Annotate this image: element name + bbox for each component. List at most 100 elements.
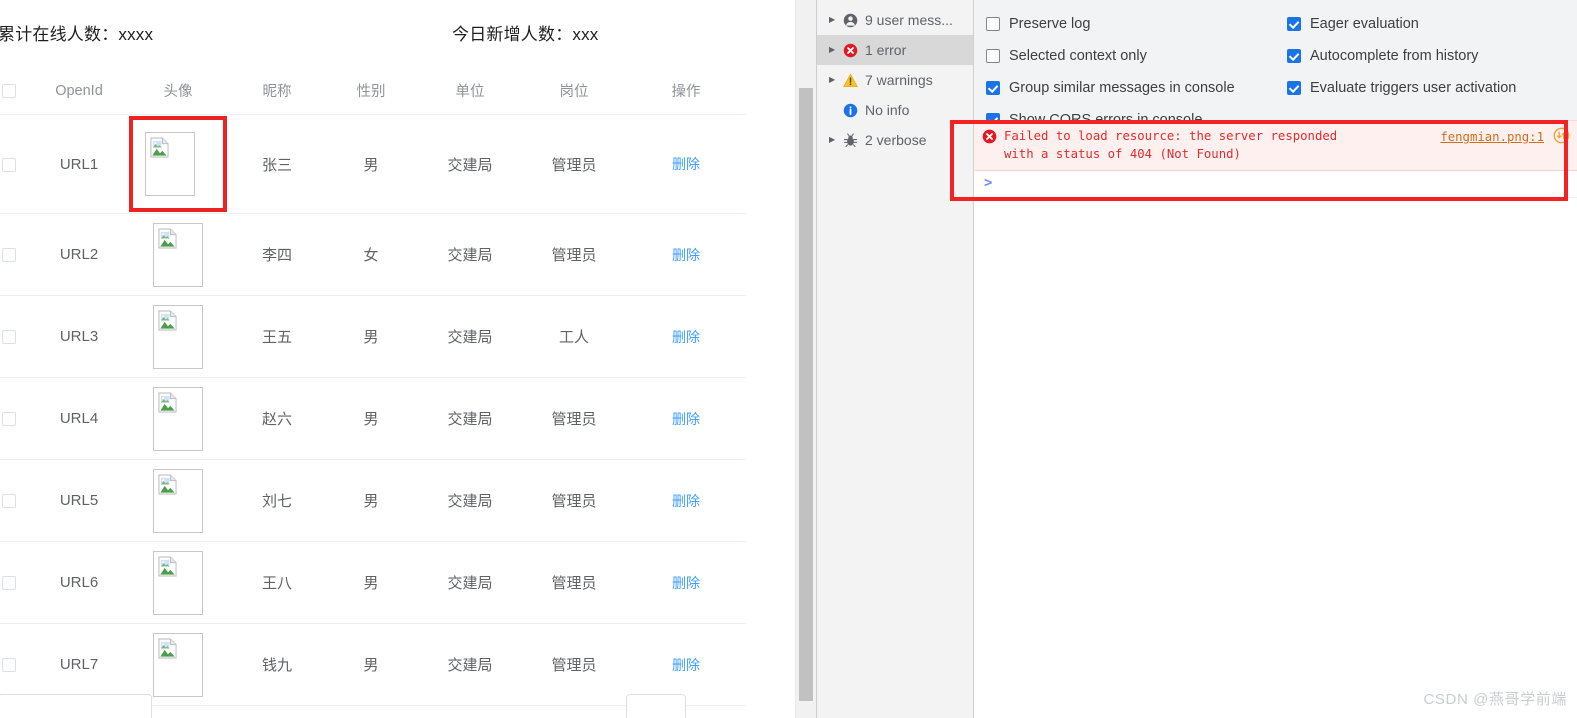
table-row[interactable]: URL1 张三男交建局 管理员 删除	[0, 114, 746, 214]
row-select-cell[interactable]	[0, 377, 32, 460]
broken-image-icon[interactable]	[153, 304, 203, 369]
sidebar-item-7-warnings[interactable]: ▶ 7 warnings	[817, 65, 973, 95]
setting-evaluate-triggers-user-activation[interactable]: Evaluate triggers user activation	[1287, 72, 1577, 104]
sidebar-item-1-error[interactable]: ▶ 1 error	[817, 35, 973, 65]
cell-unit: 交建局	[418, 295, 522, 378]
setting-selected-context-only[interactable]: Selected context only	[986, 40, 1286, 72]
row-checkbox[interactable]	[2, 248, 16, 263]
table-row[interactable]: URL3 王五男交建局 工人 删除	[0, 295, 746, 378]
row-select-cell[interactable]	[0, 459, 32, 542]
page-size-select[interactable]	[0, 694, 152, 718]
table-row[interactable]: URL4 赵六男交建局 管理员 删除	[0, 377, 746, 460]
cell-gender: 男	[324, 459, 418, 542]
console-sidebar: ▶9 user mess...▶1 error▶7 warnings▶No in…	[817, 0, 974, 718]
cell-openid: URL3	[32, 295, 126, 378]
delete-link[interactable]: 删除	[672, 575, 700, 591]
checkbox[interactable]	[1287, 49, 1301, 63]
header-unit[interactable]: 单位	[418, 68, 522, 115]
checkbox-label: Eager evaluation	[1310, 16, 1419, 32]
red-highlight-box-avatar	[129, 116, 227, 212]
delete-link[interactable]: 删除	[672, 411, 700, 427]
cell-nickname: 刘七	[230, 459, 324, 542]
header-avatar[interactable]: 头像	[126, 68, 230, 115]
checkbox[interactable]	[986, 49, 1000, 63]
delete-link[interactable]: 删除	[672, 247, 700, 263]
row-checkbox[interactable]	[2, 658, 16, 673]
cell-action: 删除	[626, 295, 746, 378]
error-icon	[843, 43, 865, 58]
setting-eager-evaluation[interactable]: Eager evaluation	[1287, 8, 1577, 40]
scrollbar-thumb[interactable]	[799, 88, 813, 701]
sidebar-item-2-verbose[interactable]: ▶ 2 verbose	[817, 125, 973, 155]
row-checkbox[interactable]	[2, 494, 16, 509]
online-count-stat: 累计在线人数：xxxx	[0, 20, 153, 45]
setting-preserve-log[interactable]: Preserve log	[986, 8, 1286, 40]
error-source-link[interactable]: fengmian.png:1	[1440, 128, 1544, 146]
cell-unit: 交建局	[418, 377, 522, 460]
pagination-footer	[0, 686, 746, 718]
console-settings-panel: Preserve log Selected context only Group s…	[974, 0, 1577, 121]
delete-link[interactable]: 删除	[672, 657, 700, 673]
row-checkbox[interactable]	[2, 330, 16, 345]
sidebar-item-no-info[interactable]: ▶No info	[817, 95, 973, 125]
broken-image-icon[interactable]	[153, 468, 203, 533]
prompt-chevron-icon: >	[984, 175, 993, 191]
checkbox[interactable]	[1287, 81, 1301, 95]
page-vertical-scrollbar[interactable]	[795, 0, 816, 718]
cell-gender: 男	[324, 541, 418, 624]
console-error-message[interactable]: Failed to load resource: the server resp…	[974, 120, 1577, 171]
checkbox[interactable]	[986, 17, 1000, 31]
chevron-right-icon[interactable]: ▶	[829, 46, 843, 54]
table-row[interactable]: URL6 王八男交建局 管理员 删除	[0, 541, 746, 624]
setting-show-cors-errors-in-console[interactable]: Show CORS errors in console	[986, 104, 1286, 120]
broken-image-icon[interactable]	[145, 132, 195, 196]
cell-nickname: 张三	[230, 114, 324, 214]
chevron-right-icon[interactable]: ▶	[829, 136, 843, 144]
delete-link[interactable]: 删除	[672, 493, 700, 509]
table-row[interactable]: URL2 李四女交建局 管理员 删除	[0, 213, 746, 296]
cell-avatar	[126, 377, 230, 460]
error-message-text: Failed to load resource: the server resp…	[1004, 129, 1338, 161]
delete-link[interactable]: 删除	[672, 329, 700, 345]
pagination-info	[216, 700, 220, 717]
broken-image-icon[interactable]	[153, 550, 203, 615]
header-nickname[interactable]: 昵称	[230, 68, 324, 115]
select-all-checkbox[interactable]	[2, 83, 16, 98]
broken-image-icon[interactable]	[153, 386, 203, 451]
reload-circle-icon[interactable]	[1553, 127, 1570, 144]
today-new-value: xxx	[572, 25, 599, 44]
cell-avatar	[126, 295, 230, 378]
row-checkbox[interactable]	[2, 157, 16, 172]
header-post[interactable]: 岗位	[522, 68, 626, 115]
header-action[interactable]: 操作	[626, 68, 746, 115]
cell-unit: 交建局	[418, 541, 522, 624]
sidebar-item-9-user-mess[interactable]: ▶ 9 user mess...	[817, 5, 973, 35]
console-input-prompt[interactable]: >	[974, 171, 1577, 198]
goto-page-input[interactable]	[626, 694, 686, 718]
header-openid[interactable]: OpenId	[32, 68, 126, 115]
delete-link[interactable]: 删除	[672, 156, 700, 172]
header-gender[interactable]: 性别	[324, 68, 418, 115]
checkbox-label: Group similar messages in console	[1009, 80, 1235, 96]
info-icon	[843, 103, 865, 118]
checkbox[interactable]	[1287, 17, 1301, 31]
row-select-cell[interactable]	[0, 295, 32, 378]
table-row[interactable]: URL5 刘七男交建局 管理员 删除	[0, 459, 746, 542]
cell-action: 删除	[626, 459, 746, 542]
setting-group-similar-messages-in-console[interactable]: Group similar messages in console	[986, 72, 1286, 104]
checkbox[interactable]	[986, 81, 1000, 95]
row-select-cell[interactable]	[0, 213, 32, 296]
row-checkbox[interactable]	[2, 576, 16, 591]
chevron-right-icon[interactable]: ▶	[829, 76, 843, 84]
header-select-all[interactable]	[0, 68, 32, 115]
row-select-cell[interactable]	[0, 114, 32, 214]
chevron-right-icon[interactable]: ▶	[829, 16, 843, 24]
sidebar-item-label: 7 warnings	[865, 72, 933, 88]
cell-post: 管理员	[522, 377, 626, 460]
devtools-panel: ▶9 user mess...▶1 error▶7 warnings▶No in…	[816, 0, 1577, 718]
row-select-cell[interactable]	[0, 541, 32, 624]
row-checkbox[interactable]	[2, 412, 16, 427]
broken-image-icon[interactable]	[153, 222, 203, 287]
users-table-body: URL1 张三男交建局 管理员 删除 URL2 李四女交建局 管理员 删除 URL3 王五男交建局…	[0, 114, 746, 706]
setting-autocomplete-from-history[interactable]: Autocomplete from history	[1287, 40, 1577, 72]
